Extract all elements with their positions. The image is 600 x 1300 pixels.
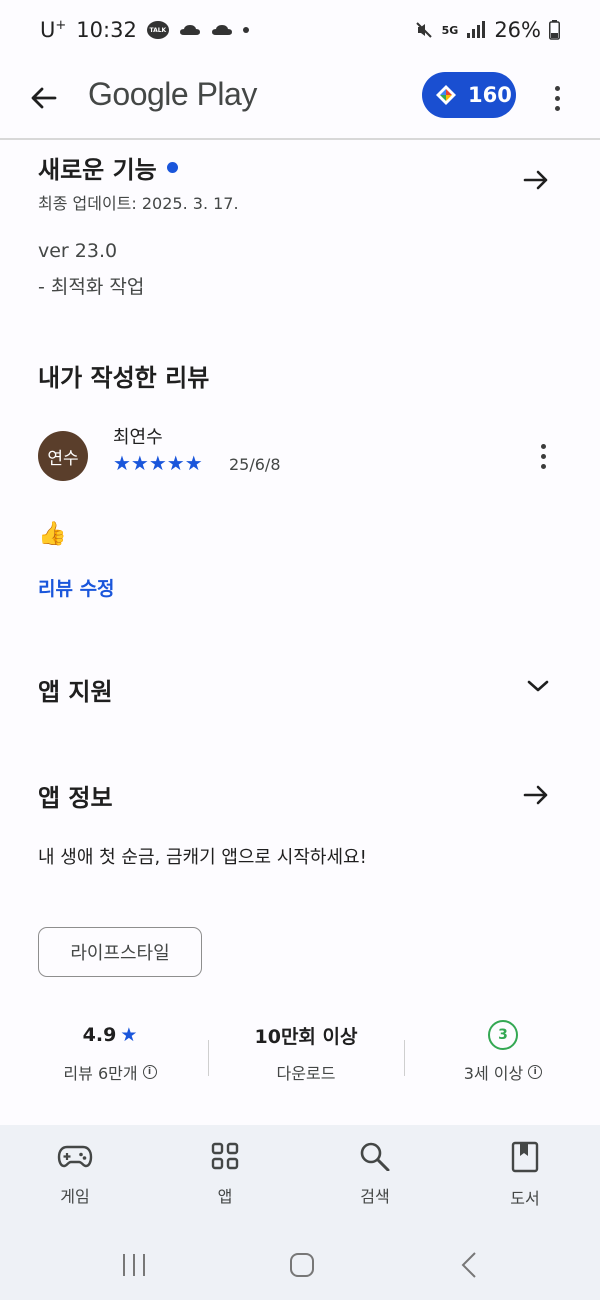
recent-apps-icon[interactable]: [120, 1251, 150, 1279]
system-back-icon[interactable]: [456, 1251, 484, 1279]
downloads-value: 10만회 이상: [254, 1025, 358, 1048]
whats-new-arrow-button[interactable]: [516, 160, 556, 200]
age-rating-badge: 3: [488, 1020, 518, 1050]
review-stars: ★★★★★: [113, 451, 203, 475]
arrow-right-icon: [523, 170, 548, 190]
cloud-icon: [179, 25, 200, 35]
kebab-dot-icon: [554, 105, 560, 111]
release-note: - 최적화 작업: [38, 276, 145, 298]
back-button[interactable]: [22, 76, 66, 120]
nav-item-search[interactable]: 검색: [320, 1141, 430, 1207]
bottom-nav: 게임 앱 검색 도서: [0, 1125, 600, 1235]
back-arrow-icon: [31, 87, 57, 109]
play-points-button[interactable]: 160: [422, 72, 516, 118]
app-title: Google Play: [88, 76, 257, 112]
info-icon: i: [142, 1065, 157, 1079]
rating-value-row: 4.9 ★: [83, 1020, 138, 1050]
age-rating-stat[interactable]: 3 3세 이상 i: [408, 1020, 598, 1084]
cloud-icon: [211, 25, 232, 35]
rating-value: 4.9: [82, 1024, 117, 1046]
age-rating-label: 3세 이상: [463, 1064, 524, 1083]
battery-percent: 26%: [494, 18, 541, 42]
more-options-button[interactable]: [540, 76, 574, 120]
system-nav-bar: [0, 1235, 600, 1300]
carrier-label: U+: [40, 18, 67, 42]
category-chip[interactable]: 라이프스타일: [38, 927, 202, 977]
nav-label-search: 검색: [360, 1187, 390, 1206]
search-icon: [360, 1142, 390, 1171]
rating-stat[interactable]: 4.9 ★ 리뷰 6만개 i: [15, 1020, 205, 1084]
points-value: 160: [468, 83, 512, 107]
last-updated-date: 최종 업데이트: 2025. 3. 17.: [38, 194, 239, 213]
clock: 10:32: [76, 18, 137, 42]
review-more-options-button[interactable]: [527, 436, 559, 476]
version-text: ver 23.0: [38, 240, 118, 262]
whats-new-heading: 새로운 기능: [38, 156, 157, 184]
app-support-title: 앱 지원: [38, 678, 113, 706]
new-indicator-dot: [166, 162, 178, 173]
kebab-dot-icon: [540, 463, 546, 469]
app-support-row[interactable]: 앱 지원: [0, 660, 600, 716]
nav-label-books: 도서: [510, 1189, 540, 1208]
status-left: U+ 10:32 TALK: [40, 18, 249, 42]
apps-grid-icon: [211, 1142, 239, 1170]
kebab-dot-icon: [540, 453, 546, 459]
nav-label-games: 게임: [60, 1187, 90, 1206]
book-icon: [511, 1141, 539, 1173]
age-label-row: 3세 이상 i: [463, 1060, 543, 1084]
about-app-arrow-button[interactable]: [516, 775, 556, 815]
about-app-title: 앱 정보: [38, 784, 113, 812]
app-stats: 4.9 ★ 리뷰 6만개 i 10만회 이상 다운로드 3 3세 이상 i: [0, 1020, 600, 1100]
reviewer-name: 최연수: [113, 427, 163, 448]
downloads-stat: 10만회 이상 다운로드: [211, 1020, 401, 1084]
rating-label: 리뷰 6만개: [63, 1064, 138, 1083]
star-icon: ★: [120, 1024, 138, 1046]
stats-divider: [404, 1040, 405, 1076]
play-points-icon: [436, 85, 456, 105]
kakaotalk-icon: TALK: [146, 21, 169, 39]
mute-icon: [415, 22, 432, 38]
nav-item-games[interactable]: 게임: [20, 1141, 130, 1207]
edit-review-link[interactable]: 리뷰 수정: [38, 574, 115, 601]
nav-item-books[interactable]: 도서: [470, 1141, 580, 1209]
downloads-label: 다운로드: [276, 1064, 336, 1083]
network-type: 5G: [441, 23, 459, 37]
app-bar: Google Play 160: [0, 64, 600, 140]
my-review-title: 내가 작성한 리뷰: [38, 364, 210, 392]
home-icon[interactable]: [288, 1251, 316, 1279]
status-right: 5G 26%: [414, 18, 560, 42]
chevron-down-icon: [522, 670, 554, 702]
app-description: 내 생애 첫 순금, 금캐기 앱으로 시작하세요!: [38, 847, 367, 868]
rating-label-row: 리뷰 6만개 i: [63, 1060, 157, 1084]
notification-dot-icon: [242, 27, 249, 33]
kebab-dot-icon: [554, 85, 560, 91]
nav-label-apps: 앱: [217, 1187, 233, 1206]
kebab-dot-icon: [540, 443, 546, 449]
status-bar: U+ 10:32 TALK 5G 26%: [0, 0, 600, 64]
arrow-right-icon: [523, 785, 548, 805]
stats-divider: [208, 1040, 209, 1076]
avatar: 연수: [38, 431, 88, 481]
whats-new-title: 새로운 기능: [38, 150, 178, 185]
review-body: 👍: [38, 521, 67, 547]
review-date: 25/6/8: [229, 455, 281, 474]
gamepad-icon: [57, 1145, 93, 1168]
signal-icon: [467, 21, 486, 38]
age-badge-row: 3: [488, 1020, 518, 1050]
nav-item-apps[interactable]: 앱: [170, 1141, 280, 1207]
kebab-dot-icon: [554, 95, 560, 101]
battery-icon: [549, 20, 560, 40]
info-icon: i: [528, 1065, 543, 1079]
